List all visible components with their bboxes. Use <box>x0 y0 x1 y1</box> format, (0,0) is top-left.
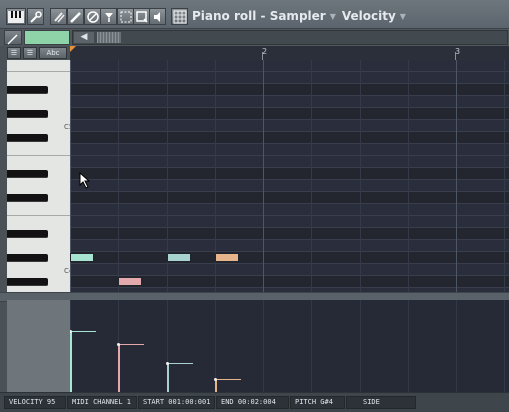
velocity-tail <box>70 331 96 332</box>
title-dropdown-icon[interactable]: ▼ <box>330 12 336 21</box>
black-key[interactable] <box>7 254 48 262</box>
grid-row-line <box>70 203 509 204</box>
mode-dropdown-icon[interactable]: ▼ <box>400 12 406 21</box>
status-side: SIDE <box>346 396 416 409</box>
wrench-icon[interactable] <box>27 8 44 25</box>
timeline-row: ☰ ☰ Abc 2 3 <box>0 46 509 61</box>
grid-row-line <box>70 239 509 240</box>
timeline-ruler[interactable]: 2 3 <box>70 46 509 61</box>
event-grid-line <box>408 300 409 392</box>
grid-row-line <box>70 263 509 264</box>
grid-beat-line <box>360 60 361 292</box>
delete-tool-icon[interactable] <box>84 8 101 25</box>
event-grid-line <box>263 300 264 392</box>
grid-row-line <box>70 143 509 144</box>
status-pitch: PITCH G#4 <box>290 396 345 409</box>
grid-beat-line <box>408 60 409 292</box>
scrollbar-thumb[interactable] <box>97 32 121 43</box>
horizontal-scrollbar[interactable]: ◀ <box>72 30 508 45</box>
menu-list-icon-2[interactable]: ☰ <box>23 47 37 59</box>
velocity-handle[interactable] <box>166 362 169 365</box>
note-color-swatch[interactable] <box>24 30 70 45</box>
grid-beat-line <box>311 60 312 292</box>
magnet-icon[interactable] <box>50 8 67 25</box>
velocity-event-editor[interactable] <box>70 300 509 392</box>
piano-keyboard[interactable]: C5 C4 <box>7 60 70 292</box>
event-editor-panel <box>7 300 71 392</box>
left-edge-strip <box>0 60 7 392</box>
mouse-cursor-icon <box>79 172 91 189</box>
scroll-left-arrow-icon[interactable]: ◀ <box>74 32 94 43</box>
grid-row-line <box>70 95 509 96</box>
window-title-text: Piano roll - Sampler <box>192 9 326 23</box>
draw-mode-button[interactable] <box>4 30 22 45</box>
velocity-tail <box>118 344 144 345</box>
velocity-tail <box>215 379 241 380</box>
grid-beat-line <box>118 60 119 292</box>
velocity-bar[interactable] <box>70 331 72 392</box>
velocity-handle[interactable] <box>117 343 120 346</box>
tool-strip: ◀ <box>0 28 509 47</box>
bar-tick <box>455 52 456 60</box>
piano-keys-icon[interactable] <box>6 8 26 25</box>
event-grid-line <box>504 300 505 392</box>
event-grid-line <box>360 300 361 392</box>
status-start: START 001:00:001 <box>138 396 215 409</box>
window-title[interactable]: Piano roll - Sampler ▼ Velocity ▼ <box>192 9 412 23</box>
status-end: END 00:02:004 <box>216 396 289 409</box>
grid-row-line <box>70 155 509 156</box>
speaker-icon[interactable] <box>149 8 166 25</box>
note-grid[interactable] <box>70 60 509 292</box>
note[interactable] <box>215 253 239 262</box>
note[interactable] <box>70 253 94 262</box>
grid-beat-line <box>504 60 505 292</box>
abc-label: Abc <box>46 49 60 57</box>
black-key[interactable] <box>7 134 48 142</box>
black-key[interactable] <box>7 110 48 118</box>
mode-selector-label[interactable]: Velocity <box>342 9 396 23</box>
grid-beat-line <box>263 60 264 292</box>
white-key-divider <box>7 215 70 216</box>
note-names-button[interactable]: Abc <box>39 47 67 59</box>
zoom-tool-icon[interactable] <box>133 8 150 25</box>
note[interactable] <box>167 253 191 262</box>
velocity-tail <box>167 363 193 364</box>
grid-row-line <box>70 119 509 120</box>
snap-grid-icon[interactable] <box>171 8 188 25</box>
white-key-divider <box>7 155 70 156</box>
select-tool-icon[interactable] <box>117 8 134 25</box>
black-key[interactable] <box>7 86 48 94</box>
status-midi-channel: MIDI CHANNEL 1 <box>67 396 137 409</box>
grid-row-line <box>70 215 509 216</box>
status-velocity: VELOCITY 95 <box>4 396 66 409</box>
grid-row-line <box>70 71 509 72</box>
velocity-handle[interactable] <box>214 378 217 381</box>
white-key-divider <box>7 71 70 72</box>
grid-row-line <box>70 287 509 288</box>
black-key[interactable] <box>7 278 48 286</box>
grid-beat-line <box>456 60 457 292</box>
status-bar: VELOCITY 95 MIDI CHANNEL 1 START 001:00:… <box>0 392 509 412</box>
playhead-marker[interactable] <box>70 46 76 52</box>
paint-tool-icon[interactable] <box>100 8 117 25</box>
black-key[interactable] <box>7 170 48 178</box>
velocity-bar[interactable] <box>167 363 169 392</box>
pencil-tool-icon[interactable] <box>67 8 84 25</box>
event-grid-line <box>456 300 457 392</box>
black-key[interactable] <box>7 230 48 238</box>
velocity-bar[interactable] <box>118 344 120 392</box>
grid-row-line <box>70 179 509 180</box>
bar-tick <box>262 52 263 60</box>
note[interactable] <box>118 277 142 286</box>
menu-list-icon[interactable]: ☰ <box>7 47 21 59</box>
event-grid-line <box>311 300 312 392</box>
black-key[interactable] <box>7 194 48 202</box>
